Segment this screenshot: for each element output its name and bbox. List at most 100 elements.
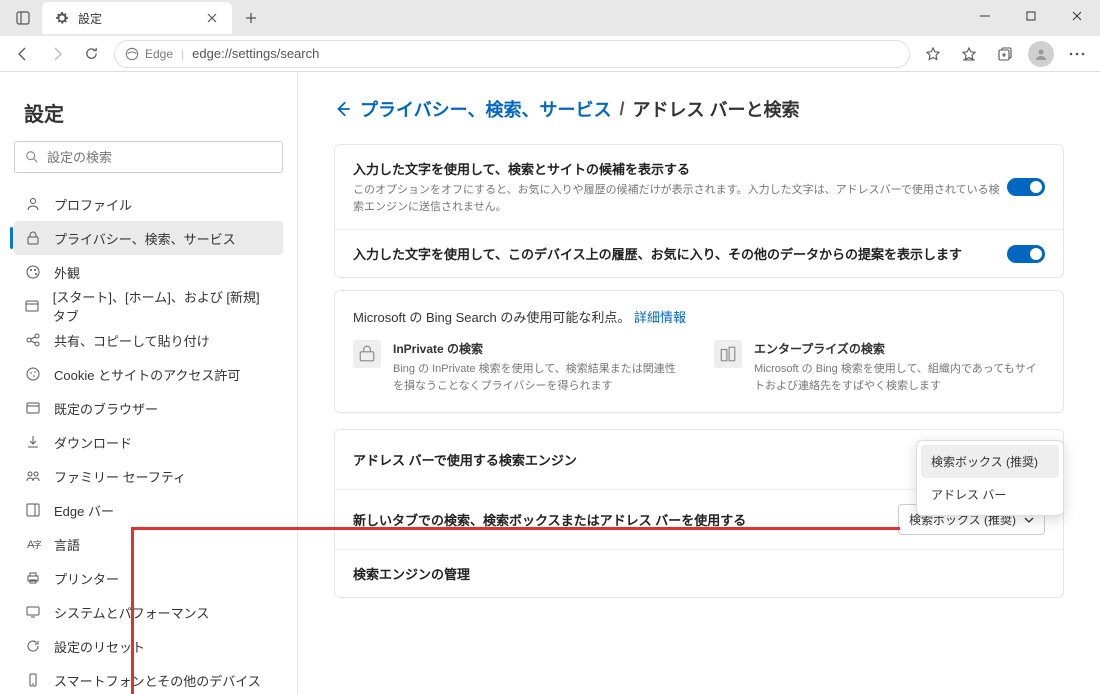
system-icon [24, 603, 42, 621]
chevron-down-icon [1024, 517, 1034, 523]
setting-suggestions-title: 入力した文字を使用して、検索とサイトの候補を表示する [353, 159, 1007, 178]
cookie-icon [24, 365, 42, 383]
profile-icon [24, 195, 42, 213]
edge-icon [125, 47, 139, 61]
sidebar-heading: 設定 [24, 98, 283, 127]
sidebar-item-label: 外観 [54, 263, 80, 282]
svg-text:字: 字 [33, 539, 41, 550]
breadcrumb-separator: / [619, 99, 624, 120]
forward-button[interactable] [40, 39, 74, 69]
phone-icon [24, 671, 42, 689]
sidebar-item-label: プロファイル [54, 195, 132, 214]
settings-search-input[interactable] [47, 150, 272, 165]
annotation-line [131, 527, 134, 694]
breadcrumb: プライバシー、検索、サービス / アドレス バーと検索 [334, 96, 1064, 122]
breadcrumb-parent-link[interactable]: プライバシー、検索、サービス [360, 96, 611, 122]
inprivate-desc: Bing の InPrivate 検索を使用して、検索結果または関連性を損なうこ… [393, 361, 684, 394]
search-engine-title: アドレス バーで使用する検索エンジン [353, 450, 925, 469]
reset-icon [24, 637, 42, 655]
sidebar-item-profile[interactable]: プロファイル [14, 187, 283, 221]
sidebar-item-system[interactable]: システムとパフォーマンス [14, 595, 283, 629]
sidebar-item-tabs[interactable]: [スタート]、[ホーム]、および [新規] タブ [14, 289, 283, 323]
enterprise-title: エンタープライズの検索 [754, 340, 1045, 357]
tabs-icon [24, 297, 41, 315]
edgebar-icon [24, 501, 42, 519]
url-text: edge://settings/search [192, 46, 319, 61]
sidebar-item-phone[interactable]: スマートフォンとその他のデバイス [14, 663, 283, 694]
sidebar-item-printer[interactable]: プリンター [14, 561, 283, 595]
menu-button[interactable] [1060, 39, 1094, 69]
manage-search-engines-title: 検索エンジンの管理 [353, 564, 1045, 583]
sidebar-item-appearance[interactable]: 外観 [14, 255, 283, 289]
sidebar-item-label: ダウンロード [54, 433, 132, 452]
breadcrumb-current: アドレス バーと検索 [632, 96, 799, 122]
sidebar-item-share[interactable]: 共有、コピーして貼り付け [14, 323, 283, 357]
address-bar[interactable]: Edge | edge://settings/search [114, 40, 910, 68]
window-close-button[interactable] [1054, 0, 1100, 32]
annotation-line [131, 527, 900, 530]
download-icon [24, 433, 42, 451]
sidebar-item-label: プリンター [54, 569, 119, 588]
search-icon [25, 150, 39, 164]
dropdown-option-addressbar[interactable]: アドレス バー [921, 478, 1059, 511]
family-icon [24, 467, 42, 485]
inprivate-title: InPrivate の検索 [393, 340, 684, 357]
settings-main: プライバシー、検索、サービス / アドレス バーと検索 入力した文字を使用して、… [298, 72, 1100, 694]
setting-suggestions-desc: このオプションをオフにすると、お気に入りや履歴の候補だけが表示されます。入力した… [353, 182, 1007, 215]
sidebar-item-family[interactable]: ファミリー セーフティ [14, 459, 283, 493]
new-tab-button[interactable] [236, 3, 266, 33]
setting-localdata-toggle[interactable] [1007, 245, 1045, 263]
share-icon [24, 331, 42, 349]
window-minimize-button[interactable] [962, 0, 1008, 32]
sidebar-item-download[interactable]: ダウンロード [14, 425, 283, 459]
back-button[interactable] [6, 39, 40, 69]
lang-icon: A字 [24, 535, 42, 553]
tab-close-button[interactable] [204, 10, 220, 26]
printer-icon [24, 569, 42, 587]
sidebar-item-edgebar[interactable]: Edge バー [14, 493, 283, 527]
tab-title: 設定 [78, 10, 204, 27]
breadcrumb-back-button[interactable] [334, 100, 352, 118]
refresh-button[interactable] [74, 39, 108, 69]
dropdown-option-searchbox[interactable]: 検索ボックス (推奨) [921, 445, 1059, 478]
tab-actions-button[interactable] [8, 3, 38, 33]
sidebar-item-label: 共有、コピーして貼り付け [54, 331, 210, 350]
bing-info-text: Microsoft の Bing Search のみ使用可能な利点。 [353, 310, 630, 325]
appearance-icon [24, 263, 42, 281]
setting-suggestions-toggle[interactable] [1007, 178, 1045, 196]
browser-icon [24, 399, 42, 417]
sidebar-item-label: プライバシー、検索、サービス [54, 229, 236, 248]
site-identity: Edge [145, 47, 173, 61]
sidebar-item-label: 既定のブラウザー [54, 399, 158, 418]
settings-search-box[interactable] [14, 141, 283, 173]
sidebar-item-label: Edge バー [54, 501, 114, 520]
newtab-search-dropdown: 検索ボックス (推奨) アドレス バー [916, 440, 1064, 516]
inprivate-icon [353, 340, 381, 368]
sidebar-item-lang[interactable]: A字言語 [14, 527, 283, 561]
gear-icon [54, 10, 70, 26]
window-maximize-button[interactable] [1008, 0, 1054, 32]
browser-tab[interactable]: 設定 [42, 2, 232, 34]
profile-button[interactable] [1024, 39, 1058, 69]
manage-search-engines-row[interactable]: 検索エンジンの管理 [335, 550, 1063, 597]
settings-sidebar: 設定 プロファイルプライバシー、検索、サービス外観 [スタート]、[ホーム]、およ… [0, 72, 298, 694]
favorites-list-button[interactable] [952, 39, 986, 69]
sidebar-item-label: [スタート]、[ホーム]、および [新規] タブ [53, 287, 273, 325]
sidebar-item-cookie[interactable]: Cookie とサイトのアクセス許可 [14, 357, 283, 391]
setting-localdata-title: 入力した文字を使用して、このデバイス上の履歴、お気に入り、その他のデータからの提… [353, 244, 1007, 263]
collections-button[interactable] [988, 39, 1022, 69]
sidebar-item-lock[interactable]: プライバシー、検索、サービス [14, 221, 283, 255]
sidebar-item-label: Cookie とサイトのアクセス許可 [54, 365, 240, 384]
sidebar-item-label: ファミリー セーフティ [54, 467, 186, 486]
enterprise-desc: Microsoft の Bing 検索を使用して、組織内であってもサイトおよび連… [754, 361, 1045, 394]
enterprise-icon [714, 340, 742, 368]
sidebar-item-label: スマートフォンとその他のデバイス [54, 671, 261, 690]
browser-toolbar: Edge | edge://settings/search [0, 36, 1100, 72]
favorite-button[interactable] [916, 39, 950, 69]
lock-icon [24, 229, 42, 247]
sidebar-item-browser[interactable]: 既定のブラウザー [14, 391, 283, 425]
window-titlebar: 設定 [0, 0, 1100, 36]
bing-info-link[interactable]: 詳細情報 [634, 310, 686, 325]
sidebar-item-label: 言語 [54, 535, 80, 554]
sidebar-item-reset[interactable]: 設定のリセット [14, 629, 283, 663]
